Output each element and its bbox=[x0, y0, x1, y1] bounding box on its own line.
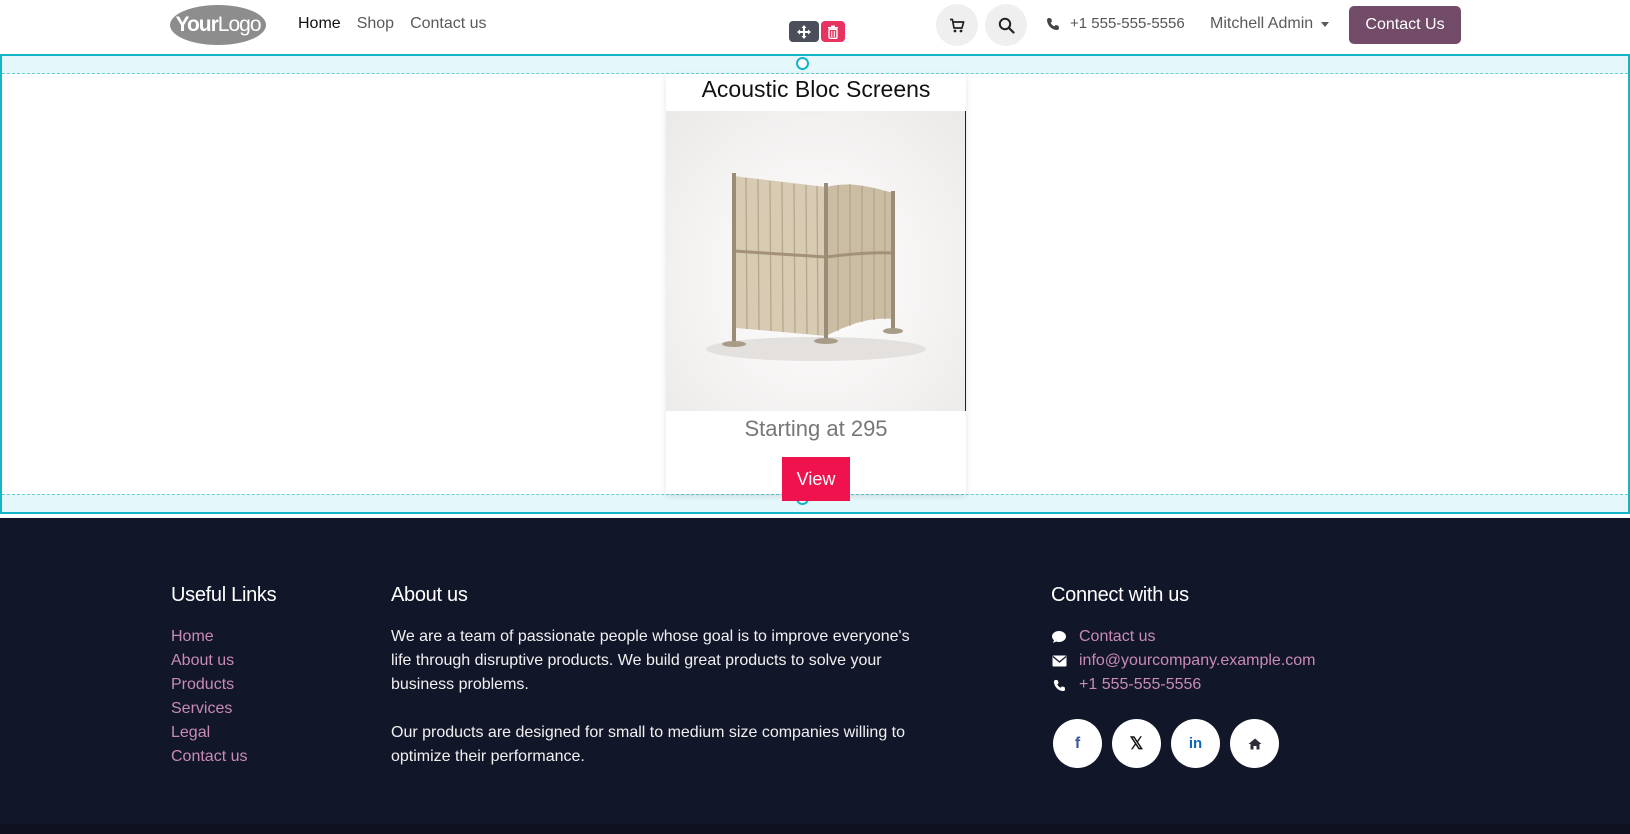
chat-bubble-icon bbox=[1051, 630, 1067, 644]
footer-link-home[interactable]: Home bbox=[171, 625, 276, 649]
facebook-icon: f bbox=[1074, 734, 1081, 752]
product-title: Acoustic Bloc Screens bbox=[701, 76, 931, 102]
about-paragraph-1: We are a team of passionate people whose… bbox=[391, 628, 910, 693]
main-nav: Home Shop Contact us bbox=[298, 15, 487, 33]
header-phone[interactable]: +1 555-555-5556 bbox=[1046, 15, 1185, 32]
block-edit-toolbar bbox=[789, 21, 845, 42]
phone-icon bbox=[1051, 679, 1067, 692]
product-image[interactable] bbox=[666, 111, 966, 411]
connect-phone-label: +1 555-555-5556 bbox=[1079, 676, 1202, 693]
nav-contact-us[interactable]: Contact us bbox=[410, 15, 486, 33]
connect-heading: Connect with us bbox=[1051, 584, 1189, 606]
product-card: Acoustic Bloc Screens Starting at 295 Vi… bbox=[666, 74, 966, 501]
product-price: Starting at 295 bbox=[744, 416, 888, 441]
home-icon bbox=[1248, 738, 1261, 749]
view-product-button[interactable]: View bbox=[782, 457, 850, 501]
search-icon bbox=[998, 17, 1015, 34]
footer-link-contact[interactable]: Contact us bbox=[171, 745, 276, 769]
x-twitter-icon: 𝕏 bbox=[1129, 733, 1144, 753]
user-name: Mitchell Admin bbox=[1210, 15, 1314, 32]
site-logo[interactable]: YourLogo bbox=[170, 5, 266, 45]
footer-about: About us We are a team of passionate peo… bbox=[391, 584, 921, 769]
acoustic-screen-illustration bbox=[706, 173, 926, 361]
connect-email-label: info@yourcompany.example.com bbox=[1079, 652, 1316, 669]
padding-top-overlay[interactable] bbox=[2, 56, 1628, 74]
contact-us-button[interactable]: Contact Us bbox=[1349, 6, 1461, 44]
connect-email[interactable]: info@yourcompany.example.com bbox=[1051, 649, 1316, 673]
site-footer: Useful Links Home About us Products Serv… bbox=[0, 518, 1630, 834]
phone-icon bbox=[1047, 17, 1059, 30]
connect-phone[interactable]: +1 555-555-5556 bbox=[1051, 673, 1316, 697]
search-button[interactable] bbox=[985, 4, 1027, 46]
footer-link-products[interactable]: Products bbox=[171, 673, 276, 697]
cart-button[interactable] bbox=[936, 4, 978, 46]
envelope-icon bbox=[1051, 655, 1067, 667]
footer-bottom-strip bbox=[0, 824, 1630, 834]
cart-icon bbox=[950, 18, 965, 32]
nav-home[interactable]: Home bbox=[298, 15, 341, 33]
delete-block-button[interactable] bbox=[821, 21, 845, 42]
header-phone-number: +1 555-555-5556 bbox=[1070, 15, 1185, 32]
useful-links-heading: Useful Links bbox=[171, 584, 277, 606]
move-handle-button[interactable] bbox=[789, 21, 819, 42]
footer-link-about[interactable]: About us bbox=[171, 649, 276, 673]
move-icon bbox=[797, 24, 811, 39]
connect-contact-us-label: Contact us bbox=[1079, 628, 1156, 645]
chevron-down-icon bbox=[1321, 21, 1330, 27]
home-button[interactable] bbox=[1230, 719, 1279, 768]
x-twitter-button[interactable]: 𝕏 bbox=[1112, 719, 1161, 768]
about-heading: About us bbox=[391, 584, 468, 606]
user-menu[interactable]: Mitchell Admin bbox=[1210, 15, 1330, 33]
social-links: f 𝕏 in bbox=[1053, 719, 1316, 768]
resize-handle-top[interactable] bbox=[796, 57, 809, 70]
footer-useful-links: Useful Links Home About us Products Serv… bbox=[171, 584, 277, 769]
footer-connect: Connect with us Contact us info@yourcomp… bbox=[1051, 584, 1316, 768]
connect-contact-us[interactable]: Contact us bbox=[1051, 625, 1316, 649]
site-header: YourLogo Home Shop Contact us +1 555-555… bbox=[0, 0, 1630, 54]
linkedin-button[interactable]: in bbox=[1171, 719, 1220, 768]
trash-icon bbox=[828, 25, 838, 39]
footer-link-legal[interactable]: Legal bbox=[171, 721, 276, 745]
footer-link-services[interactable]: Services bbox=[171, 697, 276, 721]
linkedin-icon: in bbox=[1188, 735, 1203, 752]
nav-shop[interactable]: Shop bbox=[357, 15, 394, 33]
facebook-button[interactable]: f bbox=[1053, 719, 1102, 768]
about-paragraph-2: Our products are designed for small to m… bbox=[391, 724, 906, 765]
